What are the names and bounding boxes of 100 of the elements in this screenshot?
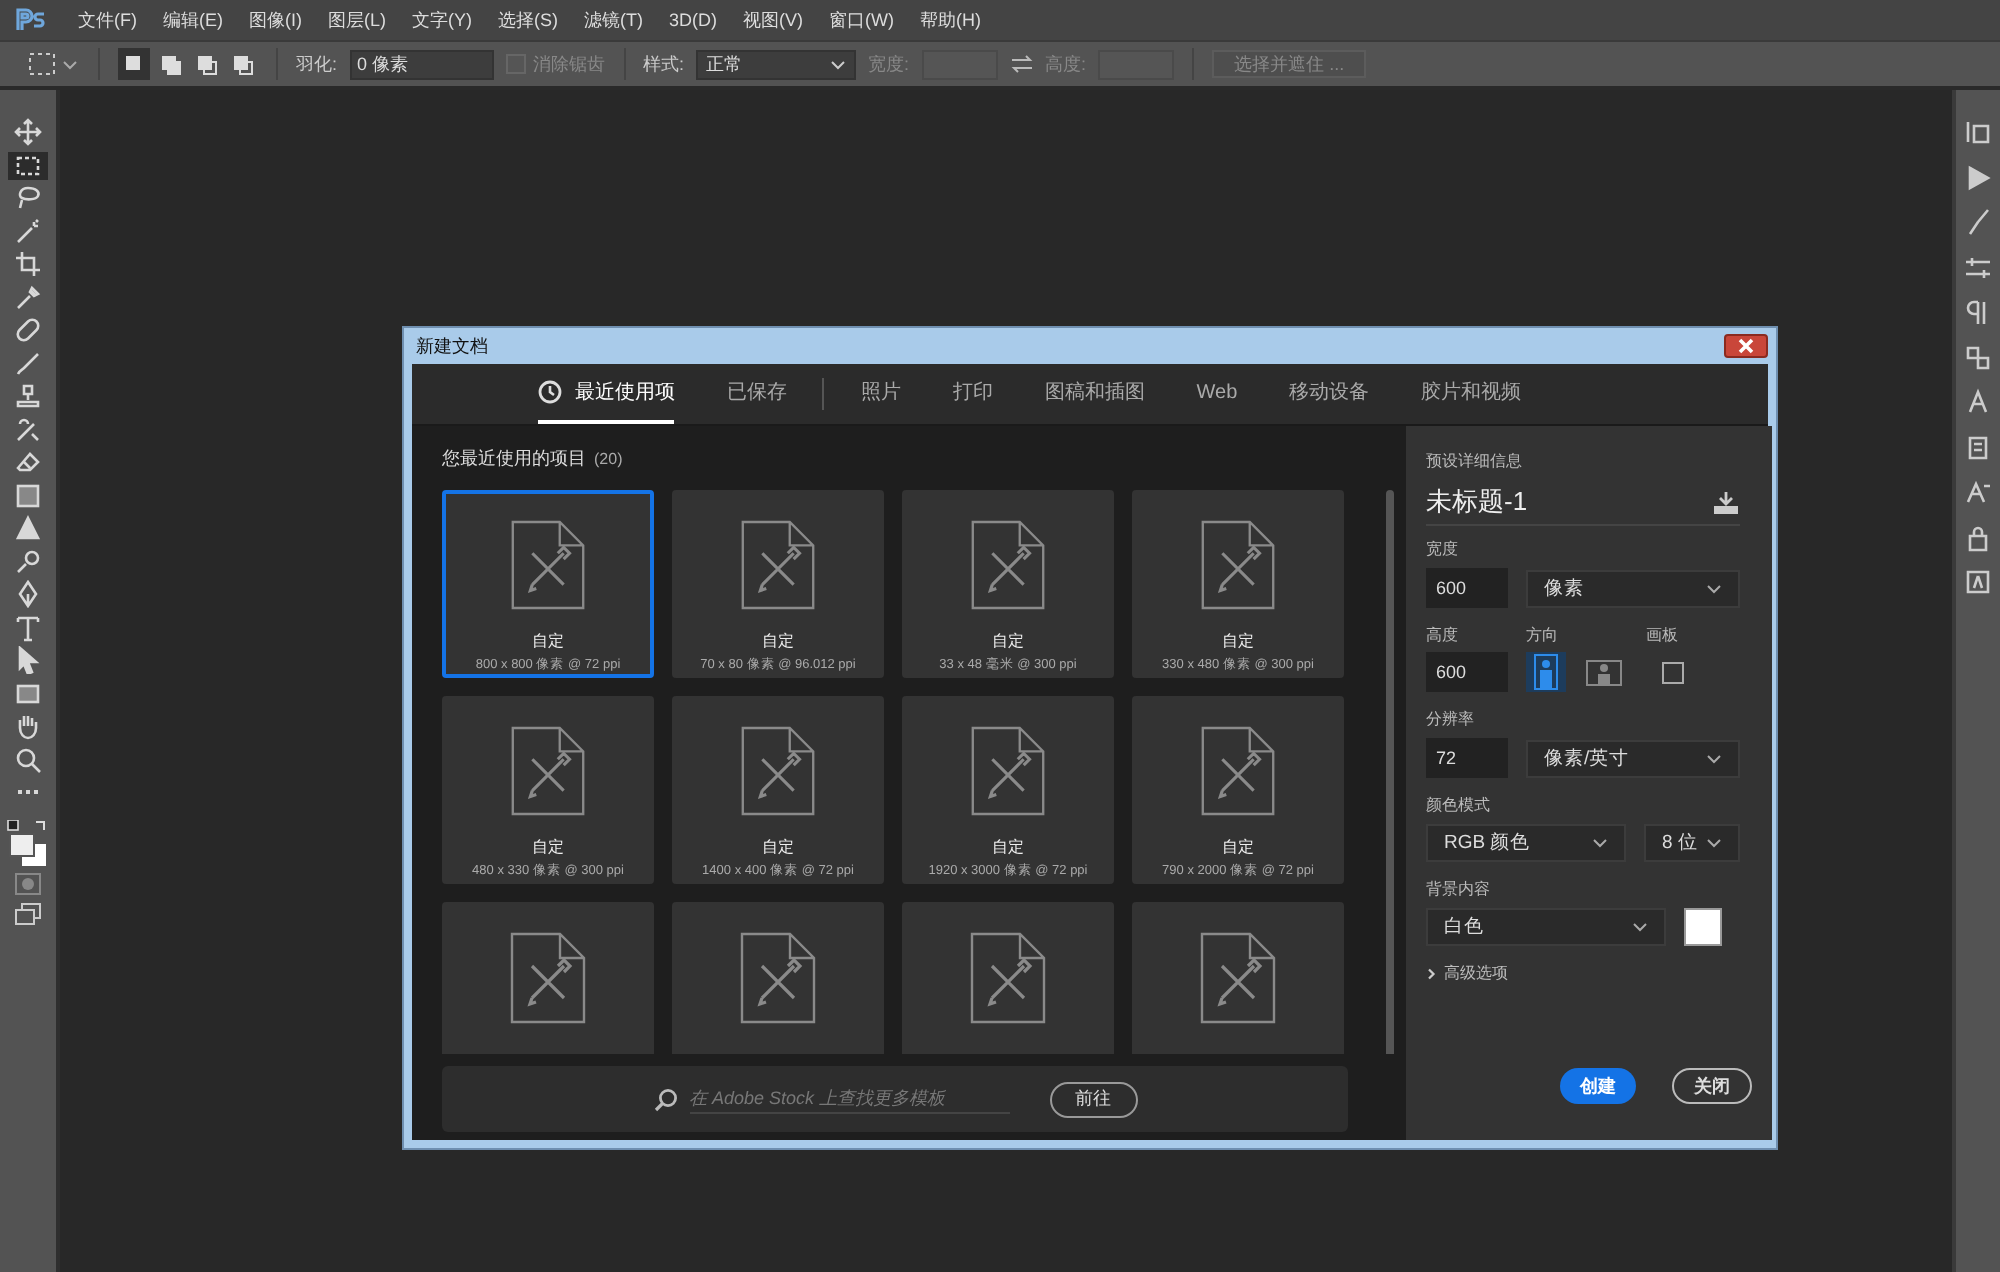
pen-icon xyxy=(14,580,42,608)
caret-icon xyxy=(1632,922,1648,932)
document-icon xyxy=(970,932,1046,1024)
menu-item[interactable]: 选择(S) xyxy=(498,7,558,33)
tab[interactable]: 图稿和插图 xyxy=(1044,364,1145,424)
document-icon xyxy=(1200,932,1276,1024)
style-select[interactable]: 正常 xyxy=(696,49,857,79)
menu-item[interactable]: 图像(I) xyxy=(249,7,302,33)
lasso-icon xyxy=(14,184,42,212)
document-icon xyxy=(970,726,1046,816)
character-icon[interactable] xyxy=(1964,388,1992,416)
menu-item[interactable]: 视图(V) xyxy=(743,7,803,33)
wand-icon xyxy=(14,217,42,245)
selection-mode-icon xyxy=(230,52,254,76)
feather-field[interactable]: 0 像素 xyxy=(349,49,494,79)
width-label: 宽度 xyxy=(1426,538,1460,560)
tab[interactable]: 打印 xyxy=(952,364,993,424)
preset-card[interactable] xyxy=(672,902,884,1054)
width-field[interactable]: 600 xyxy=(1426,568,1508,608)
orientation-label: 方向 xyxy=(1526,624,1560,646)
document-icon xyxy=(510,520,586,610)
tab[interactable]: 胶片和视频 xyxy=(1421,364,1522,424)
advanced-options-toggle[interactable]: 高级选项 xyxy=(1426,962,1740,984)
eraser-icon xyxy=(14,448,42,476)
preset-name: 自定 xyxy=(532,630,564,652)
background-select[interactable]: 白色 xyxy=(1426,908,1666,946)
sliders-icon[interactable] xyxy=(1964,253,1992,281)
dialog-title: 新建文档 xyxy=(414,333,488,359)
background-swatch[interactable] xyxy=(1684,908,1722,946)
width-unit-select[interactable]: 像素 xyxy=(1526,569,1740,607)
bit-depth-select[interactable]: 8 位 xyxy=(1644,824,1740,862)
menu-item[interactable]: 编辑(E) xyxy=(163,7,223,33)
preset-card[interactable] xyxy=(442,902,654,1054)
color-mode-select[interactable]: RGB 颜色 xyxy=(1426,824,1626,862)
close-button[interactable] xyxy=(1724,334,1768,358)
save-preset-icon[interactable] xyxy=(1711,491,1740,513)
document-icon xyxy=(510,726,586,816)
tab[interactable]: Web xyxy=(1196,364,1238,424)
menu-item[interactable]: 文字(Y) xyxy=(412,7,472,33)
document-icon xyxy=(970,520,1046,610)
portrait-button[interactable] xyxy=(1526,652,1566,692)
background-label: 背景内容 xyxy=(1426,878,1492,900)
selection-mode-button[interactable] xyxy=(118,48,150,80)
style-label: 样式: xyxy=(643,51,685,77)
screen-mode-icon[interactable] xyxy=(14,901,42,925)
menu-item[interactable]: 窗口(W) xyxy=(829,7,894,33)
document-icon xyxy=(510,932,586,1024)
close-dialog-button[interactable]: 关闭 xyxy=(1671,1068,1752,1104)
tab[interactable]: 已保存 xyxy=(726,364,787,424)
marquee-icon xyxy=(14,151,42,179)
tab[interactable]: 最近使用项 xyxy=(538,364,675,424)
marquee-tool-button[interactable] xyxy=(8,151,48,179)
artboard-label: 画板 xyxy=(1646,624,1678,646)
create-button[interactable]: 创建 xyxy=(1559,1068,1636,1104)
crop-icon xyxy=(14,250,42,278)
path-select-icon xyxy=(14,646,42,674)
move-icon xyxy=(14,118,42,146)
go-button[interactable]: 前往 xyxy=(1049,1081,1137,1117)
caret-icon xyxy=(1705,753,1722,763)
color-swatches-icon[interactable] xyxy=(6,819,50,867)
preset-card[interactable] xyxy=(1132,902,1344,1054)
artboard-checkbox[interactable] xyxy=(1662,661,1684,683)
resolution-unit-select[interactable]: 像素/英寸 xyxy=(1526,739,1740,777)
preset-name: 自定 xyxy=(762,630,794,652)
landscape-icon xyxy=(1586,659,1622,685)
menu-item[interactable]: 3D(D) xyxy=(669,10,717,30)
stamp-icon xyxy=(14,382,42,410)
close-icon xyxy=(1738,338,1754,354)
menu-item[interactable]: 文件(F) xyxy=(78,7,137,33)
zoom-icon xyxy=(14,745,42,773)
document-icon xyxy=(740,726,816,816)
selection-mode-icon xyxy=(194,52,218,76)
tab[interactable]: 照片 xyxy=(860,364,901,424)
stock-search-field[interactable]: 在 Adobe Stock 上查找更多模板 xyxy=(689,1084,1009,1114)
preset-name: 自定 xyxy=(992,836,1024,858)
menu-item[interactable]: 帮助(H) xyxy=(920,7,981,33)
app-logo xyxy=(16,8,48,32)
tab[interactable]: 移动设备 xyxy=(1289,364,1370,424)
document-name-field[interactable]: 未标题-1 xyxy=(1426,484,1528,520)
hand-icon xyxy=(14,712,42,740)
height-field[interactable]: 600 xyxy=(1426,652,1508,692)
height-label: 高度 xyxy=(1426,624,1460,646)
preset-name: 自定 xyxy=(992,630,1024,652)
type-icon xyxy=(14,613,42,641)
resolution-label: 分辨率 xyxy=(1426,708,1476,730)
marquee-preset-icon[interactable] xyxy=(28,52,80,76)
preset-card[interactable] xyxy=(902,902,1114,1054)
portrait-icon xyxy=(1534,654,1558,690)
swap-icon[interactable] xyxy=(1009,54,1034,74)
document-icon xyxy=(1200,520,1276,610)
document-icon xyxy=(740,520,816,610)
menu-item[interactable]: 滤镜(T) xyxy=(584,7,643,33)
resolution-field[interactable]: 72 xyxy=(1426,738,1508,778)
lock-icon[interactable] xyxy=(1964,523,1992,551)
color-mode-label: 颜色模式 xyxy=(1426,794,1492,816)
play-icon[interactable] xyxy=(1964,163,1992,191)
document-icon xyxy=(1200,726,1276,816)
preset-name: 自定 xyxy=(1222,836,1254,858)
caret-icon xyxy=(1592,838,1608,848)
menu-item[interactable]: 图层(L) xyxy=(328,7,386,33)
